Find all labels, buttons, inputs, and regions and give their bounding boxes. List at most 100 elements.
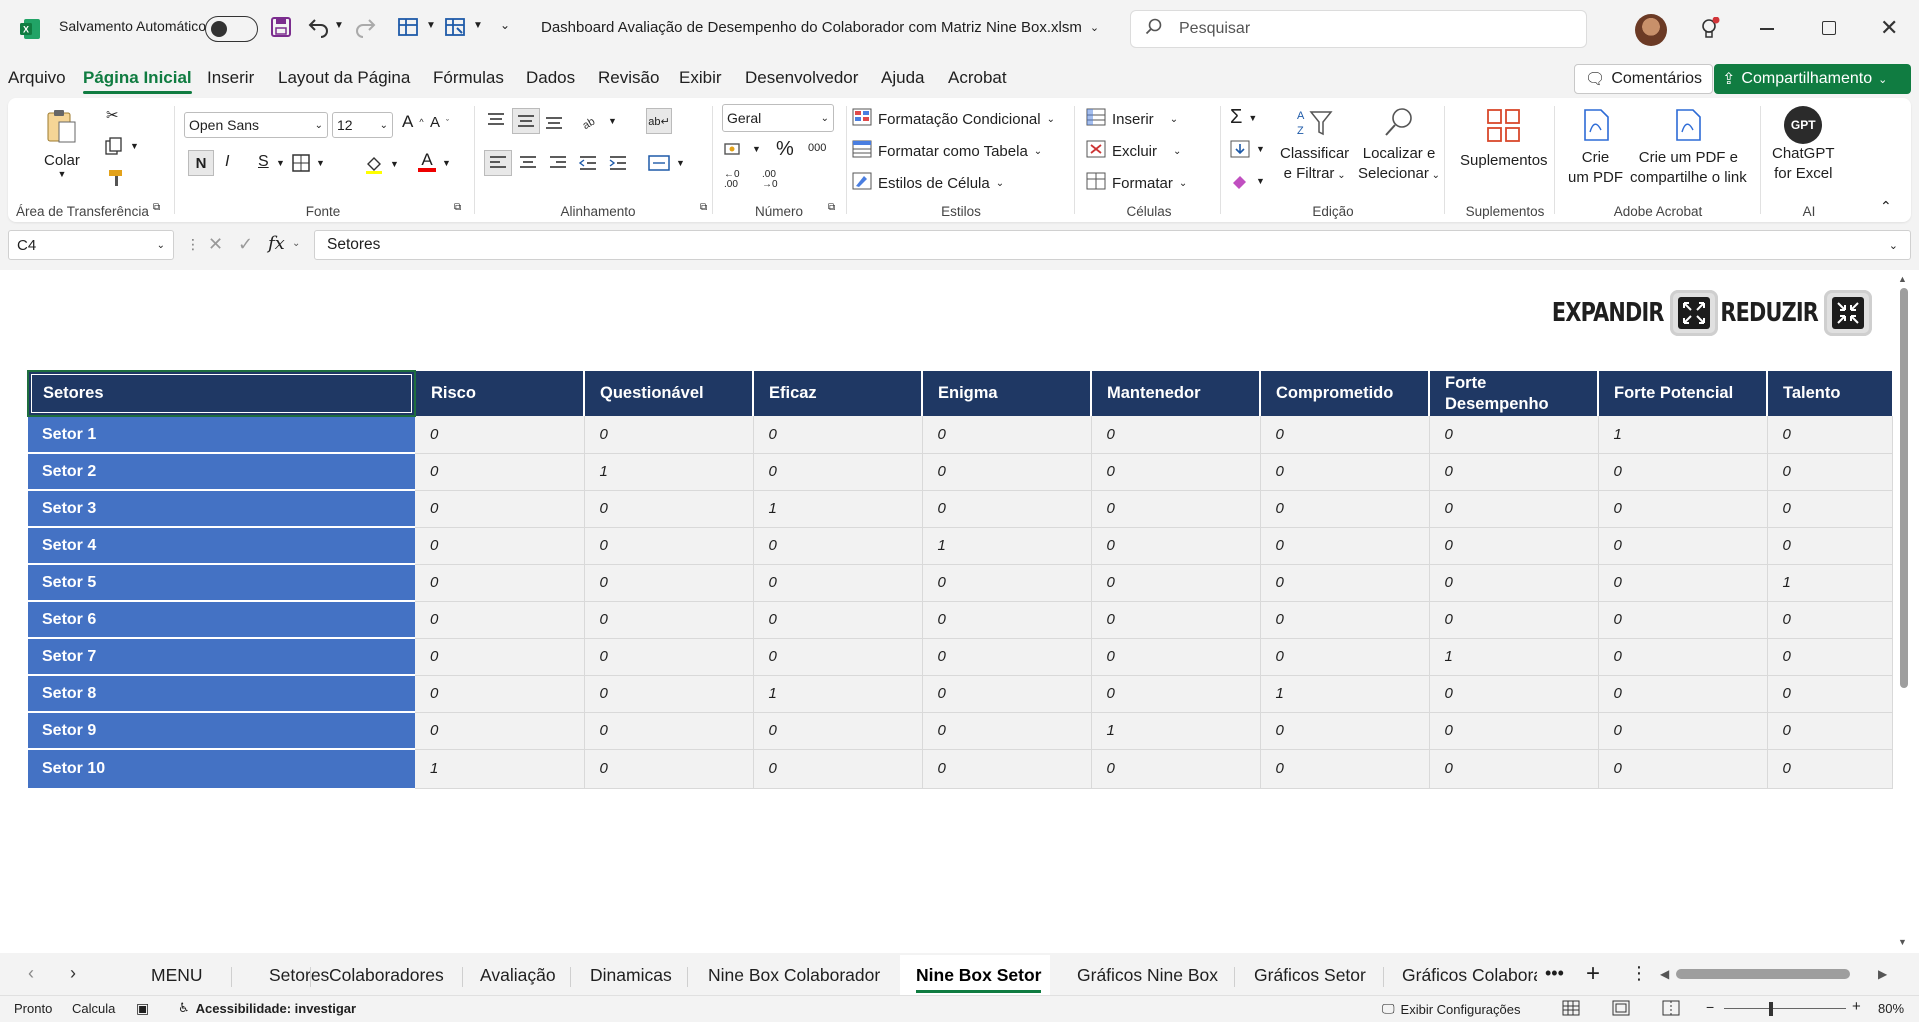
table-cell[interactable]: 1 — [753, 490, 923, 528]
create-share-pdf-button[interactable]: Crie um PDF e compartilhe o link — [1630, 108, 1747, 188]
table-cell[interactable]: 0 — [922, 638, 1092, 676]
table-cell[interactable]: 0 — [1767, 712, 1893, 750]
table-cell[interactable]: 0 — [415, 638, 585, 676]
tab-desenvolvedor[interactable]: Desenvolvedor — [745, 68, 858, 88]
table-cell[interactable]: 0 — [1429, 416, 1599, 454]
row-label[interactable]: Setor 4 — [28, 526, 415, 565]
table-cell[interactable]: 0 — [415, 527, 585, 565]
sheet-tab-graficos-nine-box[interactable]: Gráficos Nine Box — [1077, 965, 1218, 986]
table-cell[interactable]: 0 — [1429, 749, 1599, 789]
sheet-tab-nine-box-colaborador[interactable]: Nine Box Colaborador — [708, 965, 880, 986]
table-cell[interactable]: 0 — [1429, 601, 1599, 639]
decrease-font-icon[interactable]: Aˇ — [430, 114, 449, 131]
accounting-format-icon[interactable]: ▼ — [724, 140, 761, 158]
form-icon[interactable] — [397, 16, 419, 38]
conditional-formatting-button[interactable]: Formatação Condicional ⌄ — [852, 108, 1055, 130]
table-cell[interactable]: 0 — [584, 416, 754, 454]
sheet-tab-avaliacao[interactable]: Avaliação — [480, 965, 556, 986]
display-settings-button[interactable]: 🖵 Exibir Configurações — [1382, 1001, 1521, 1017]
header-questionavel[interactable]: Questionável — [583, 371, 753, 416]
header-enigma[interactable]: Enigma — [921, 371, 1091, 416]
table-cell[interactable]: 0 — [1429, 712, 1599, 750]
table-cell[interactable]: 0 — [753, 416, 923, 454]
table-cell[interactable]: 0 — [1260, 712, 1430, 750]
font-size-select[interactable]: 12 ⌄ — [332, 112, 393, 138]
table-cell[interactable]: 1 — [1767, 564, 1893, 602]
undo-icon[interactable] — [307, 14, 331, 38]
sheet-tab-graficos-setor[interactable]: Gráficos Setor — [1254, 965, 1366, 986]
row-label[interactable]: Setor 5 — [28, 563, 415, 602]
table-cell[interactable]: 1 — [584, 453, 754, 491]
cancel-icon[interactable]: ✕ — [208, 234, 223, 255]
scroll-right-icon[interactable]: ▶ — [1878, 967, 1887, 981]
orientation-icon[interactable]: ab ▼ — [580, 112, 617, 130]
table-cell[interactable]: 0 — [753, 638, 923, 676]
table-cell[interactable]: 0 — [922, 712, 1092, 750]
header-mantenedor[interactable]: Mantenedor — [1090, 371, 1260, 416]
avatar[interactable] — [1635, 14, 1667, 46]
tab-pagina-inicial[interactable]: Página Inicial — [83, 68, 192, 94]
name-box[interactable]: C4 ⌄ — [8, 230, 174, 260]
zoom-out-icon[interactable]: − — [1706, 999, 1714, 1015]
table-cell[interactable]: 0 — [584, 712, 754, 750]
scroll-down-icon[interactable]: ▼ — [1898, 937, 1907, 947]
row-label[interactable]: Setor 1 — [28, 415, 415, 454]
table-cell[interactable]: 0 — [584, 564, 754, 602]
table-cell[interactable]: 0 — [584, 749, 754, 789]
borders-icon[interactable]: ▼ — [292, 154, 325, 172]
table-cell[interactable]: 0 — [1767, 601, 1893, 639]
dialog-launcher-icon[interactable]: ⧉ — [454, 202, 461, 213]
table-cell[interactable]: 0 — [584, 638, 754, 676]
row-label[interactable]: Setor 3 — [28, 489, 415, 528]
align-left-icon[interactable] — [484, 150, 512, 176]
table-cell[interactable]: 0 — [1091, 490, 1261, 528]
paste-button[interactable]: Colar ▼ — [44, 108, 80, 179]
table-cell[interactable]: 0 — [1429, 453, 1599, 491]
vertical-scrollbar-thumb[interactable] — [1900, 288, 1908, 688]
tab-exibir[interactable]: Exibir — [679, 68, 722, 88]
table-cell[interactable]: 0 — [1260, 416, 1430, 454]
table-cell[interactable]: 0 — [1598, 527, 1768, 565]
header-talento[interactable]: Talento — [1766, 371, 1892, 416]
accessibility-status[interactable]: ♿ Acessibilidade: investigar — [178, 1000, 356, 1016]
tab-arquivo[interactable]: Arquivo — [8, 68, 66, 88]
table-cell[interactable]: 0 — [1598, 749, 1768, 789]
tab-ajuda[interactable]: Ajuda — [881, 68, 924, 88]
cell-styles-button[interactable]: Estilos de Célula ⌄ — [852, 172, 1004, 194]
table-cell[interactable]: 0 — [1091, 749, 1261, 789]
zoom-level[interactable]: 80% — [1878, 1001, 1904, 1016]
table-cell[interactable]: 0 — [1598, 601, 1768, 639]
table-cell[interactable]: 0 — [415, 416, 585, 454]
align-center-icon[interactable] — [518, 154, 538, 172]
table-cell[interactable]: 0 — [1091, 527, 1261, 565]
row-label[interactable]: Setor 7 — [28, 637, 415, 676]
sheet-tab-nine-box-setor[interactable]: Nine Box Setor — [916, 965, 1042, 993]
save-icon[interactable] — [270, 16, 292, 38]
chevron-down-icon[interactable]: ▼ — [426, 20, 436, 31]
table-cell[interactable]: 0 — [922, 601, 1092, 639]
chevron-down-icon[interactable]: ▼ — [442, 158, 451, 168]
tab-acrobat[interactable]: Acrobat — [948, 68, 1007, 88]
chevron-down-icon[interactable]: ▼ — [334, 20, 344, 31]
row-label[interactable]: Setor 6 — [28, 600, 415, 639]
document-title[interactable]: Dashboard Avaliação de Desempenho do Col… — [541, 19, 1099, 36]
table-cell[interactable]: 0 — [415, 564, 585, 602]
table-cell[interactable]: 0 — [1767, 490, 1893, 528]
expand-button[interactable]: EXPANDIR — [1524, 290, 1718, 336]
sheet-tab-menu[interactable]: MENU — [151, 965, 203, 986]
sheet-tab-dinamicas[interactable]: Dinamicas — [590, 965, 672, 986]
table-cell[interactable]: 0 — [1260, 490, 1430, 528]
table-cell[interactable]: 0 — [1598, 453, 1768, 491]
table-cell[interactable]: 0 — [1091, 416, 1261, 454]
zoom-slider[interactable] — [1724, 1008, 1846, 1009]
insert-function-button[interactable]: fx — [268, 233, 285, 254]
table-cell[interactable]: 0 — [1429, 564, 1599, 602]
scroll-left-icon[interactable]: ◀ — [1660, 967, 1669, 981]
macro-record-icon[interactable]: ▣ — [136, 1000, 149, 1017]
clear-icon[interactable]: ▼ — [1230, 172, 1265, 190]
dialog-launcher-icon[interactable]: ⧉ — [828, 202, 835, 213]
table-cell[interactable]: 0 — [1598, 712, 1768, 750]
find-select-button[interactable]: Localizar e Selecionar ⌄ — [1358, 106, 1440, 186]
align-right-icon[interactable] — [548, 154, 568, 172]
table-icon[interactable] — [444, 16, 466, 38]
